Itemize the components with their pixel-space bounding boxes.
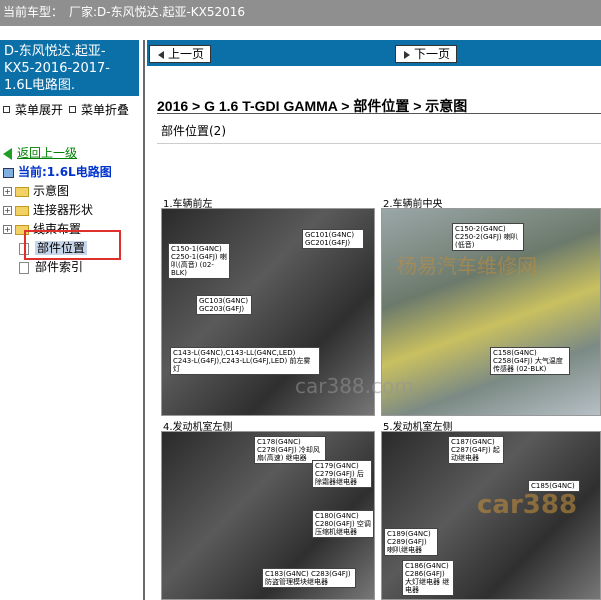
callout-ambient-sensor: C158(G4NC) C258(G4FJ) 大气温度传感器 (02-BLK) [490,347,570,375]
left-sidebar: D-东风悦达.起亚-KX5-2016-2017- 1.6L电路图. 菜单展开 菜单… [0,40,145,600]
watermark-site-name: 杨易汽车维修网 [397,254,537,278]
tree-item-schematic[interactable]: + 示意图 [3,182,143,201]
content-pane: 上一页 下一页 2016 > G 1.6 T-GDI GAMMA > 部件位置 … [147,40,601,600]
callout-headlamp-relay: C186(G4NC) C286(G4FJ) 大灯继电器 继电器 [402,560,454,596]
arrow-left-icon [158,50,164,59]
current-model-label: 当前车型： [3,5,64,19]
next-page-button[interactable]: 下一页 [395,45,458,63]
expand-icon[interactable]: + [3,225,12,234]
document-icon [19,261,29,274]
expand-icon[interactable]: + [3,206,12,215]
model-title: D-东风悦达.起亚-KX5-2016-2017- 1.6L电路图. [0,40,139,96]
callout-defrost-relay: C179(G4NC) C279(G4FJ) 后除霜器继电器 [312,460,372,488]
top-bar: 当前车型： 厂家:D-东风悦达.起亚-KX52016 [0,0,601,26]
photo-engine-left: C178(G4NC) C278(G4FJ) 冷却风扇(高速) 继电器 C179(… [161,431,375,600]
callout-horn-high: C150-1(G4NC) C250-1(G4FJ) 喇叭(高音) (02-BLK… [168,243,230,279]
callout-horn-relay: C189(G4NC) C289(G4FJ) 喇叭继电器 [384,528,438,556]
page-subheading: 部件位置(2) [157,114,601,144]
tree-item-component-index[interactable]: 部件索引 [3,258,143,277]
highlight-box [24,230,121,260]
callout-gc103: GC103(G4NC) GC203(G4FJ) [196,295,252,315]
menu-collapse-button[interactable]: 菜单折叠 [69,101,129,118]
callout-horn-low: C150-2(G4NC) C250-2(G4FJ) 喇叭(低音) [452,223,524,251]
back-arrow-icon [3,147,12,160]
menu-controls: 菜单展开 菜单折叠 [0,101,143,118]
menu-expand-button[interactable]: 菜单展开 [3,101,63,118]
photo-front-center: C150-2(G4NC) C250-2(G4FJ) 喇叭(低音) C158(G4… [381,208,601,416]
arrow-right-icon [404,50,410,59]
folder-icon [15,186,29,197]
back-link[interactable]: 返回上一级 [3,144,143,163]
callout-gc101: GC101(G4NC) GC201(G4FJ) [302,229,364,249]
page-heading: 2016 > G 1.6 T-GDI GAMMA > 部件位置 > 示意图 [157,66,601,114]
square-icon [3,106,10,113]
current-node: 当前:1.6L电路图 [3,163,143,182]
prev-page-button[interactable]: 上一页 [149,45,212,63]
tree-item-connector-shape[interactable]: + 连接器形状 [3,201,143,220]
watermark-brand: car388 [477,490,578,520]
square-icon [69,106,77,113]
callout-start-relay: C187(G4NC) C287(G4FJ) 起动继电器 [448,436,504,464]
page-nav-bar: 上一页 下一页 [147,40,601,66]
watermark-url: car388.com [295,374,414,398]
callout-ac-relay: C180(G4NC) C280(G4FJ) 空调压缩机继电器 [312,510,374,538]
expand-icon[interactable]: + [3,187,12,196]
callout-immo-relay: C183(G4NC) C283(G4FJ) 防盗管理模块继电器 [262,568,356,588]
callout-fog-lamp: C143-L(G4NC),C143-LL(G4NC,LED) C243-L(G4… [170,347,320,375]
computer-icon [3,167,14,178]
folder-icon [15,205,29,216]
current-model-name: 厂家:D-东风悦达.起亚-KX52016 [69,5,246,19]
